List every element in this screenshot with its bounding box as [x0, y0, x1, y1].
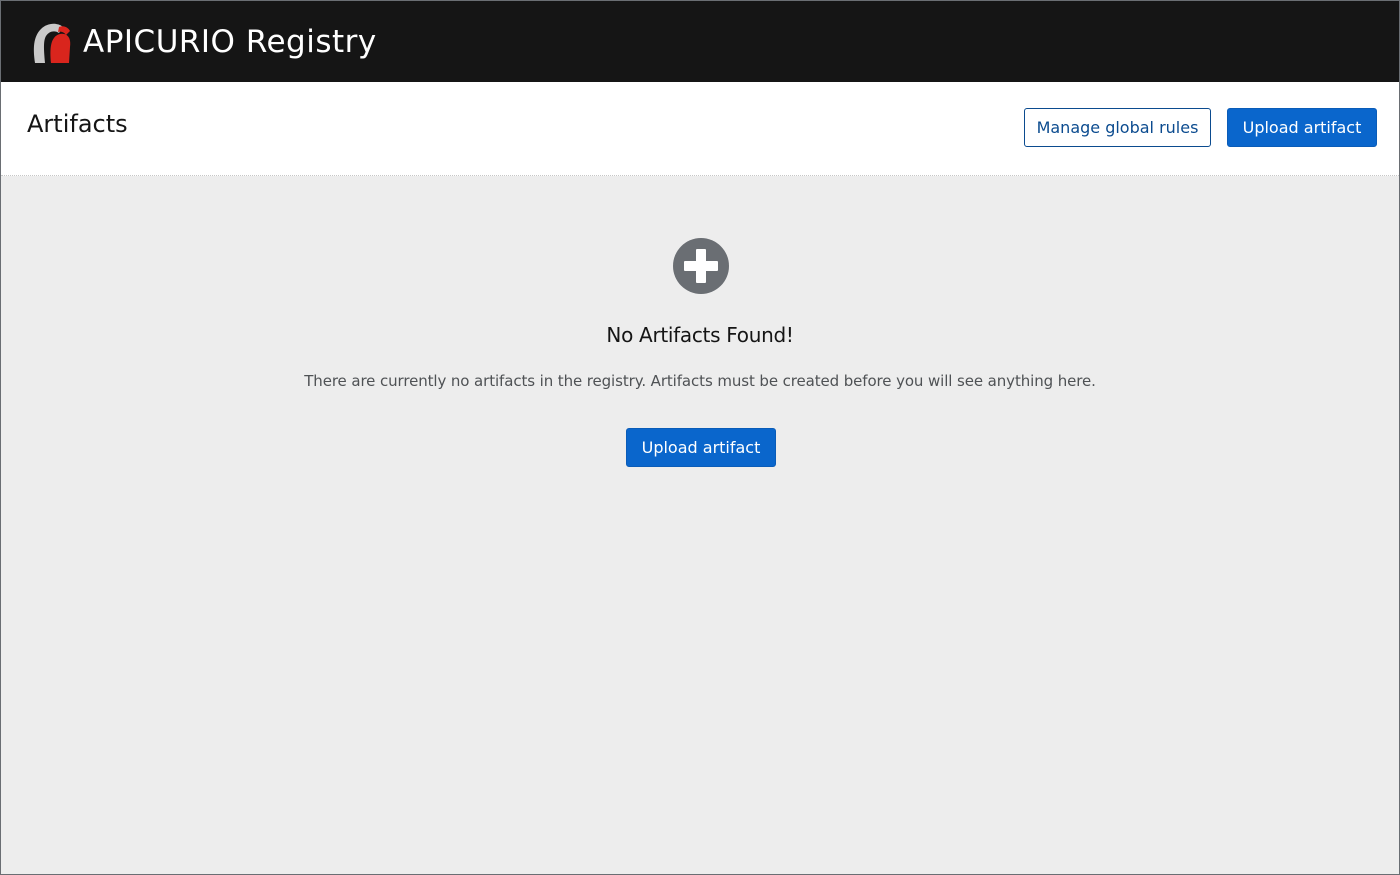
empty-state: No Artifacts Found! There are currently …	[1, 176, 1399, 874]
masthead: APICURIO Registry	[1, 1, 1399, 82]
brand-name: APICURIO Registry	[83, 24, 377, 60]
page-header: Artifacts Manage global rules Upload art…	[1, 82, 1399, 176]
page-title: Artifacts	[27, 110, 128, 138]
empty-state-upload-artifact-button[interactable]: Upload artifact	[626, 428, 776, 467]
empty-state-upload-label: Upload artifact	[641, 438, 761, 457]
app-window: APICURIO Registry Artifacts Manage globa…	[0, 0, 1400, 875]
upload-artifact-label: Upload artifact	[1242, 118, 1362, 137]
manage-global-rules-button[interactable]: Manage global rules	[1024, 108, 1211, 147]
brand-logo[interactable]: APICURIO Registry	[29, 19, 377, 65]
plus-circle-icon	[673, 238, 729, 294]
empty-state-body: There are currently no artifacts in the …	[304, 372, 1096, 390]
empty-state-title: No Artifacts Found!	[606, 323, 794, 347]
apicurio-logo-icon	[33, 23, 71, 63]
manage-global-rules-label: Manage global rules	[1036, 118, 1199, 137]
upload-artifact-button[interactable]: Upload artifact	[1227, 108, 1377, 147]
